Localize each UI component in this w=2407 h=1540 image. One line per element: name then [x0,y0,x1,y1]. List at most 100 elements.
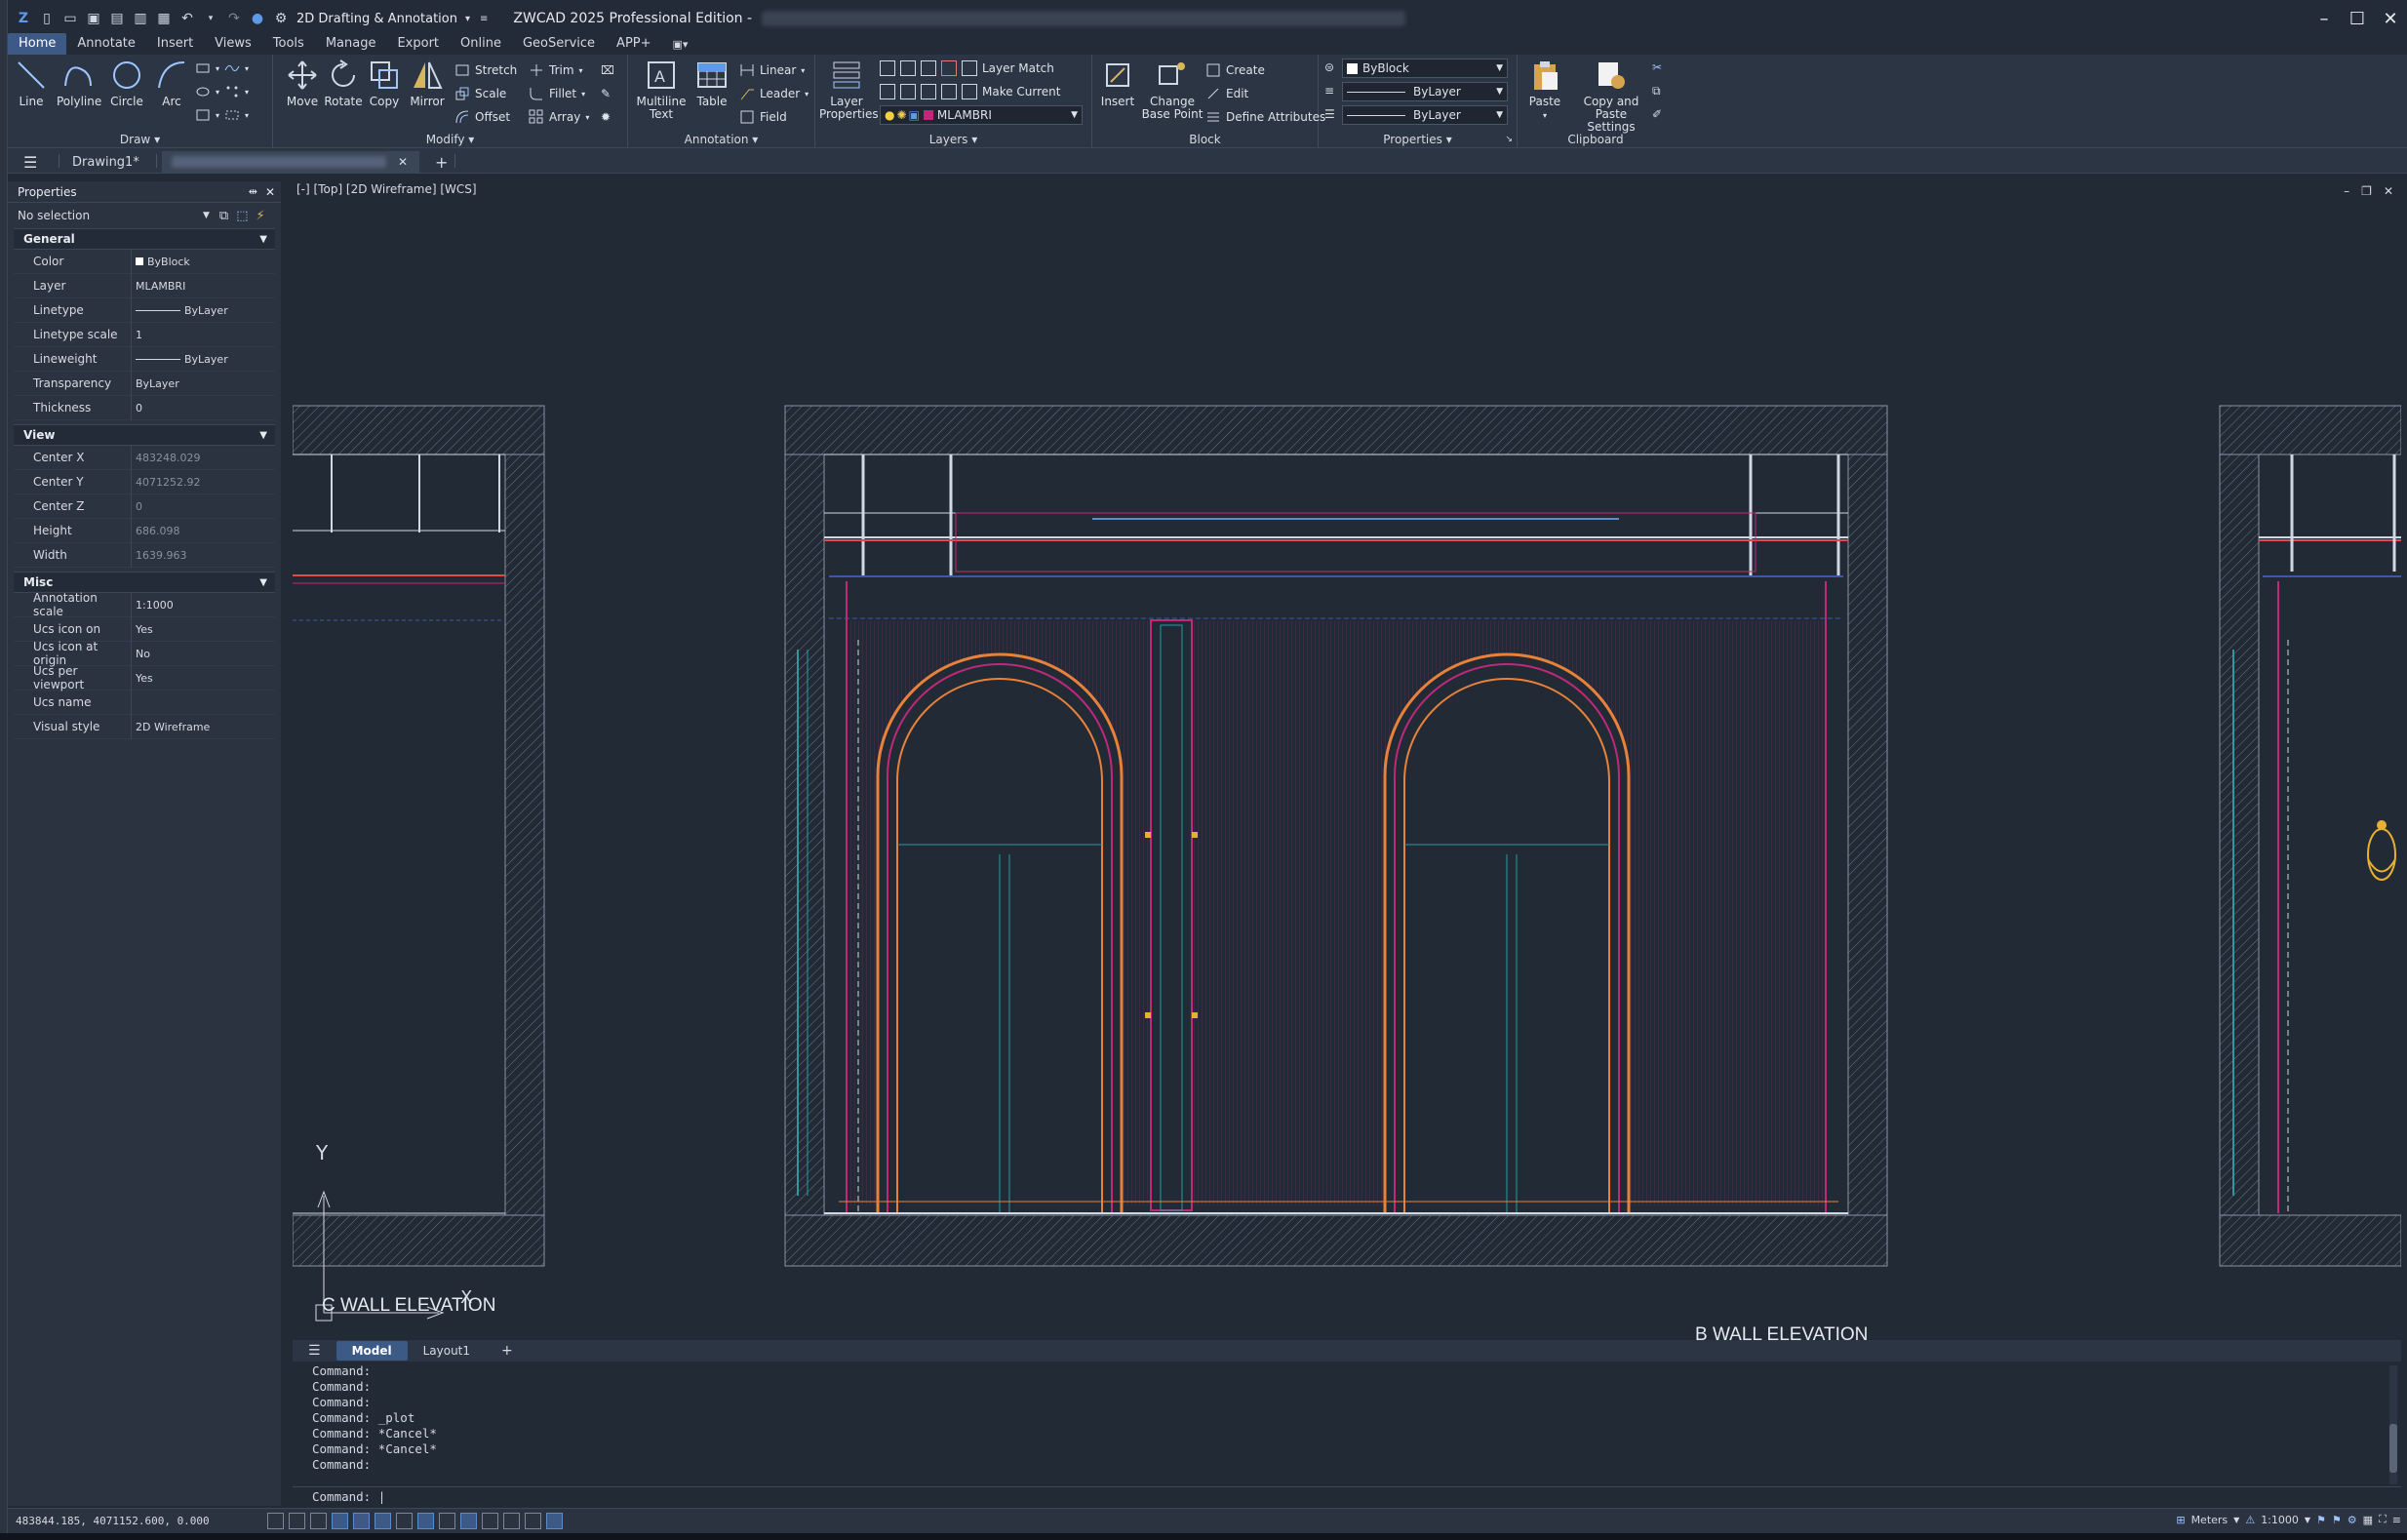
prop-ucs-per-viewport[interactable]: Ucs per viewport Yes [14,664,275,691]
tab-geoservice[interactable]: GeoService [512,33,606,55]
dynamic-input-toggle-icon[interactable] [417,1513,434,1529]
explode-icon[interactable]: ✹ [601,107,611,127]
modify-group-label[interactable]: Modify ▾ [273,133,627,146]
snap-toggle-icon[interactable] [289,1513,305,1529]
app-logo-icon[interactable]: Z [14,9,33,28]
rotate-button[interactable]: Rotate [322,59,365,108]
minimize-button[interactable]: – [2308,0,2341,37]
ellipse-button[interactable]: ▾ ▾ [195,82,249,101]
close-button[interactable]: ✕ [2374,0,2407,37]
drawing-canvas[interactable]: Y X C WALL ELEVATION B WALL ELEVATION [293,181,2401,1340]
grid-toggle-icon[interactable] [267,1513,284,1529]
status-customize-icon[interactable]: ≡ [2392,1514,2401,1526]
customize-qat-icon[interactable]: ≡ [480,14,488,24]
linear-dimension-button[interactable]: Linear ▾ [739,60,805,80]
transparency-toggle-icon[interactable] [460,1513,477,1529]
copy-clip-icon[interactable]: ⧉ [1652,84,1661,99]
add-layout-icon[interactable]: + [486,1340,529,1362]
match-prop-brush-icon[interactable]: ✐ [1652,107,1662,121]
tab-manage[interactable]: Manage [315,33,387,55]
annotation-group-label[interactable]: Annotation ▾ [628,133,814,146]
tab-export[interactable]: Export [386,33,450,55]
clipboard-group-label[interactable]: Clipboard [1518,133,1674,146]
layer-delete-icon[interactable] [941,60,957,76]
viewport-restore-icon[interactable]: ❐ [2361,184,2372,198]
properties-group-label[interactable]: Properties ▾ [1319,133,1517,146]
layer-unisolate-icon[interactable] [900,84,916,99]
prop-transparency[interactable]: Transparency ByLayer [14,371,275,396]
leader-button[interactable]: Leader ▾ [739,84,809,103]
osnap-toggle-icon[interactable] [353,1513,370,1529]
prop-lineweight[interactable]: Lineweight ByLayer [14,346,275,372]
insert-block-button[interactable]: Insert [1096,59,1139,108]
create-block-button[interactable]: Create [1205,60,1265,80]
chevron-down-icon[interactable]: ▼ [2233,1516,2239,1524]
multiline-text-button[interactable]: A Multiline Text [634,59,689,121]
layer-dropdown[interactable]: ● ✺ ▣ MLAMBRI ▼ [880,105,1083,125]
annotation-scale-dropdown[interactable]: 1:1000 [2261,1514,2299,1526]
linetype-dropdown[interactable]: ByLayer ▼ [1342,82,1508,101]
command-scrollbar[interactable] [2389,1365,2397,1484]
color-dropdown[interactable]: ByBlock ▼ [1342,59,1508,78]
break-icon[interactable]: ⌧ [601,60,614,80]
tab-active-drawing[interactable]: ✕ [162,151,419,173]
selection-dropdown[interactable]: No selection [18,209,203,222]
offset-button[interactable]: Offset [454,107,510,127]
layer-freeze-icon[interactable] [921,60,936,76]
viewport-close-icon[interactable]: ✕ [2384,184,2393,198]
undo-dropdown-icon[interactable]: ▾ [201,9,220,28]
model-space-icon[interactable] [546,1513,563,1529]
dynamic-ucs-toggle-icon[interactable] [396,1513,413,1529]
layer-off-icon[interactable] [880,60,895,76]
tab-tools[interactable]: Tools [262,33,315,55]
define-attributes-button[interactable]: Define Attributes [1205,107,1325,127]
change-base-point-button[interactable]: Change Base Point [1141,59,1204,121]
prop-linetype[interactable]: Linetype ByLayer [14,297,275,323]
layer-match-button[interactable]: Layer Match [982,61,1054,75]
prop-ucs-name[interactable]: Ucs name [14,690,275,715]
properties-launcher-icon[interactable]: ↘ [1505,135,1513,144]
layer-walk-icon[interactable] [962,60,977,76]
chevron-down-icon[interactable]: ▼ [203,211,210,220]
chevron-down-icon[interactable]: ▼ [2305,1516,2310,1524]
fillet-button[interactable]: Fillet ▾ [529,84,585,103]
copy-button[interactable]: Copy [363,59,406,108]
tab-model[interactable]: Model [335,1341,408,1361]
layers-group-label[interactable]: Layers ▾ [815,133,1091,146]
save-as-icon[interactable]: ▤ [107,9,127,28]
ortho-toggle-icon[interactable] [310,1513,327,1529]
prop-layer[interactable]: Layer MLAMBRI [14,273,275,298]
layer-on-icon[interactable] [880,84,895,99]
draw-group-label[interactable]: Draw ▾ [8,133,272,146]
save-icon[interactable]: ▣ [84,9,103,28]
layer-previous-icon[interactable] [962,84,977,99]
lineweight-dropdown[interactable]: ByLayer ▼ [1342,105,1508,125]
prop-ucs-icon-origin[interactable]: Ucs icon at origin No [14,640,275,667]
tab-drawing1[interactable]: Drawing1* [62,151,149,173]
polar-toggle-icon[interactable] [332,1513,348,1529]
layout-menu-icon[interactable]: ☰ [293,1340,336,1362]
print-preview-icon[interactable]: ▦ [154,9,174,28]
prop-color[interactable]: Color ByBlock [14,249,275,274]
isolate-objects-icon[interactable] [525,1513,541,1529]
workspace-switch-icon[interactable]: ⚙ [2348,1514,2357,1526]
mirror-button[interactable]: Mirror [406,59,449,108]
cut-icon[interactable]: ✂ [1652,60,1662,74]
select-objects-icon[interactable]: ⬚ [236,209,248,223]
stretch-button[interactable]: Stretch [454,60,517,80]
new-file-icon[interactable]: ▯ [37,9,57,28]
command-input[interactable]: Command: | [293,1486,2401,1506]
ribbon-toggle-icon[interactable]: ▣▾ [662,35,699,55]
paste-button[interactable]: Paste ▾ [1523,59,1566,122]
circle-button[interactable]: Circle [105,59,148,108]
annotation-visibility-icon[interactable]: ⚑ [2316,1514,2326,1526]
prop-annotation-scale[interactable]: Annotation scale 1:1000 [14,591,275,618]
prop-visual-style[interactable]: Visual style 2D Wireframe [14,714,275,739]
tab-layout1[interactable]: Layout1 [408,1341,486,1361]
prop-linetype-scale[interactable]: Linetype scale 1 [14,322,275,347]
make-current-button[interactable]: Make Current [982,85,1061,99]
layer-properties-button[interactable]: Layer Properties [819,59,879,121]
tab-insert[interactable]: Insert [146,33,204,55]
hardware-acceleration-icon[interactable]: ▦ [2363,1514,2373,1526]
layer-lock-icon[interactable] [941,84,957,99]
